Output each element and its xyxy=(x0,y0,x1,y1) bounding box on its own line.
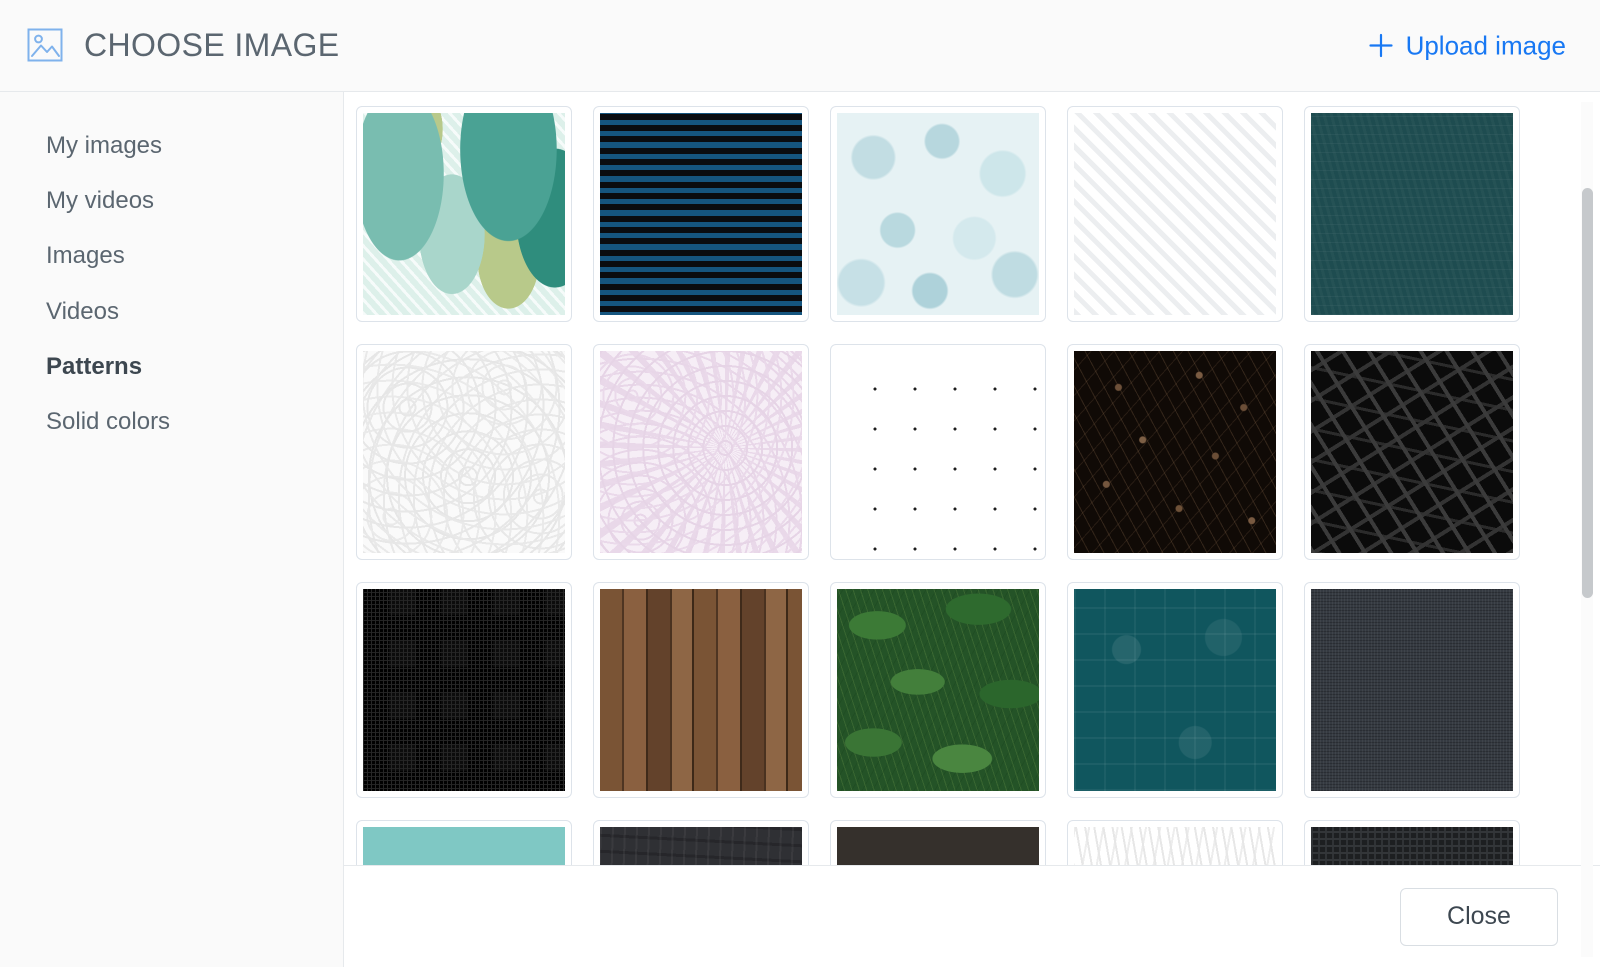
dialog-title-group: CHOOSE IMAGE xyxy=(26,26,340,66)
pattern-tile[interactable] xyxy=(1067,344,1283,560)
scrollbar-thumb[interactable] xyxy=(1582,188,1593,598)
pattern-tile[interactable] xyxy=(593,106,809,322)
sidebar-item-solid-colors[interactable]: Solid colors xyxy=(0,394,343,449)
pattern-tile[interactable] xyxy=(830,106,1046,322)
category-sidebar: My images My videos Images Videos Patter… xyxy=(0,92,344,967)
pattern-tile[interactable] xyxy=(1067,582,1283,798)
sidebar-item-my-images[interactable]: My images xyxy=(0,118,343,173)
gallery-vertical-scrollbar[interactable] xyxy=(1581,102,1593,957)
plus-icon xyxy=(1368,33,1394,59)
gallery-panel: Close xyxy=(344,92,1600,967)
pattern-tile[interactable] xyxy=(593,820,809,865)
pattern-tile[interactable] xyxy=(1304,820,1520,865)
pattern-tile[interactable] xyxy=(830,582,1046,798)
white-diagonal-stripes-pattern xyxy=(1074,113,1276,315)
dark-peacock-feather-pattern xyxy=(1074,351,1276,553)
blue-tribal-geometric-pattern xyxy=(600,113,802,315)
dialog-footer: Close xyxy=(344,865,1600,967)
teal-christmas-doodle-pattern xyxy=(1074,589,1276,791)
pale-blue-polygon-mosaic-pattern xyxy=(837,113,1039,315)
pattern-tile[interactable] xyxy=(593,582,809,798)
sidebar-item-my-videos[interactable]: My videos xyxy=(0,173,343,228)
green-tropical-palm-pattern xyxy=(837,589,1039,791)
sidebar-item-patterns[interactable]: Patterns xyxy=(0,339,343,394)
teal-leaves-pattern xyxy=(363,113,565,315)
pattern-tile[interactable] xyxy=(356,582,572,798)
white-concentric-circles-pattern xyxy=(363,351,565,553)
pattern-tile[interactable] xyxy=(1304,106,1520,322)
pattern-tile[interactable] xyxy=(1304,582,1520,798)
sidebar-item-videos[interactable]: Videos xyxy=(0,284,343,339)
dark-chalkboard-texture-pattern xyxy=(600,827,802,865)
choose-image-dialog: CHOOSE IMAGE Upload image My images My v… xyxy=(0,0,1600,967)
brown-wood-planks-pattern xyxy=(600,589,802,791)
dark-teal-wave-pattern xyxy=(1311,113,1513,315)
close-button[interactable]: Close xyxy=(1400,887,1558,946)
upload-image-label: Upload image xyxy=(1405,30,1566,60)
page-title: CHOOSE IMAGE xyxy=(84,27,340,63)
white-dot-grid-pattern xyxy=(837,351,1039,553)
pattern-tile[interactable] xyxy=(356,820,572,865)
pattern-grid xyxy=(356,106,1576,865)
upload-image-button[interactable]: Upload image xyxy=(1368,30,1566,61)
pink-mandala-doodle-pattern xyxy=(600,351,802,553)
black-crosshatch-lines-pattern xyxy=(1311,351,1513,553)
aqua-solid-pattern xyxy=(363,827,565,865)
pattern-tile[interactable] xyxy=(1304,344,1520,560)
black-basket-weave-pattern xyxy=(363,589,565,791)
pattern-tile[interactable] xyxy=(830,820,1046,865)
pattern-tile[interactable] xyxy=(593,344,809,560)
pattern-tile[interactable] xyxy=(1067,820,1283,865)
dialog-body: My images My videos Images Videos Patter… xyxy=(0,92,1600,967)
dialog-header: CHOOSE IMAGE Upload image xyxy=(0,0,1600,92)
dark-speckled-texture-pattern xyxy=(837,827,1039,865)
white-sketch-hatch-pattern xyxy=(1074,827,1276,865)
image-placeholder-icon xyxy=(26,26,66,66)
dark-mesh-grid-pattern xyxy=(1311,827,1513,865)
pattern-tile[interactable] xyxy=(830,344,1046,560)
charcoal-fabric-texture-pattern xyxy=(1311,589,1513,791)
gallery-scroll-area xyxy=(344,92,1600,865)
sidebar-item-images[interactable]: Images xyxy=(0,228,343,283)
pattern-tile[interactable] xyxy=(356,106,572,322)
pattern-tile[interactable] xyxy=(1067,106,1283,322)
pattern-tile[interactable] xyxy=(356,344,572,560)
